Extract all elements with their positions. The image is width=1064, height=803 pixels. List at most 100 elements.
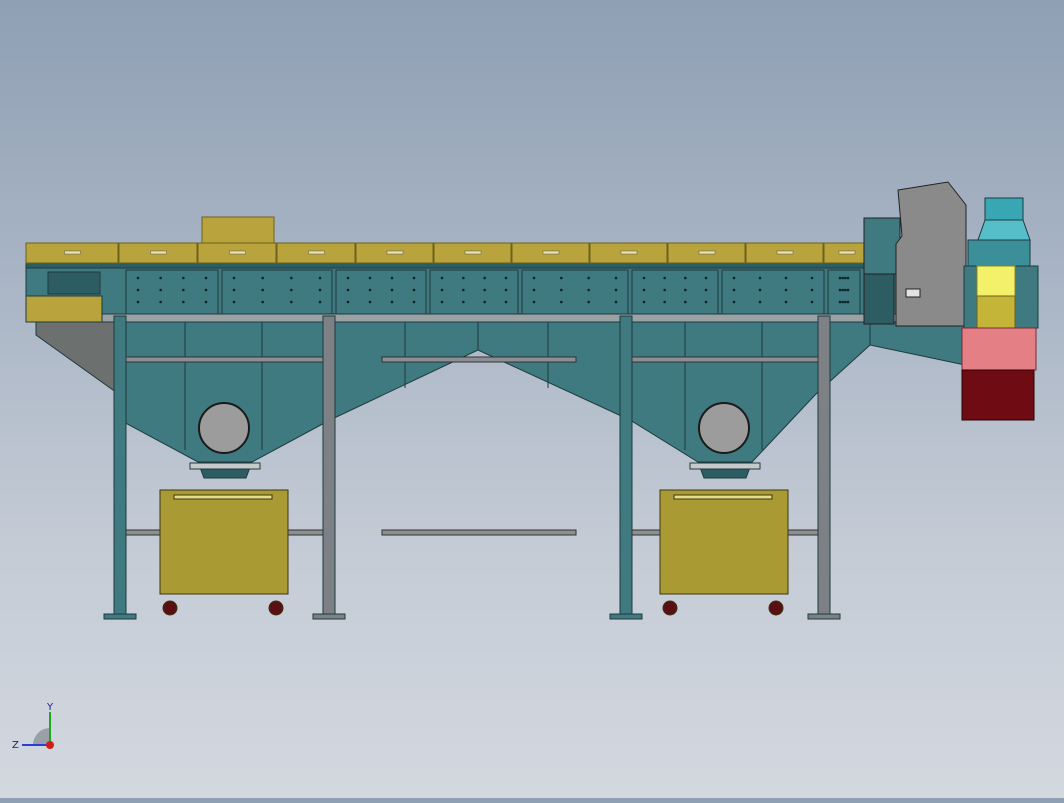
panel-bolt [504, 276, 508, 280]
bin-right-wheel-1 [662, 600, 678, 616]
bin-left-wheel-1 [162, 600, 178, 616]
panel-bolt [846, 288, 850, 292]
panel-bolt [232, 276, 236, 280]
leg-4 [817, 315, 831, 617]
panel-bolt [704, 288, 708, 292]
deck-panel-group [125, 269, 861, 315]
panel-bolt [642, 288, 646, 292]
panel-bolt [346, 276, 350, 280]
panel-bolt [810, 276, 814, 280]
panel-bolt [841, 288, 844, 292]
panel-bolt [810, 300, 814, 304]
panel-bolt [368, 288, 372, 292]
panel-bolt [704, 276, 708, 280]
panel-bolt [204, 300, 208, 304]
cover-plate-group [25, 242, 870, 264]
panel-bolt [838, 300, 842, 304]
panel-bolt [846, 276, 850, 280]
panel-bolt [440, 288, 444, 292]
cover-plate-handle [386, 250, 404, 255]
panel-bolt [159, 276, 162, 280]
panel-bolt [440, 300, 444, 304]
olive-block [976, 295, 1016, 333]
panel-bolt [390, 276, 394, 280]
panel-bolt [346, 288, 350, 292]
panel-bolt [614, 300, 618, 304]
exhaust-hood [977, 219, 1031, 241]
panel-bolt [587, 276, 590, 280]
panel-bolt [784, 300, 788, 304]
pink-panel [961, 327, 1037, 371]
cover-plate-handle [838, 250, 856, 255]
cover-plate-handle [620, 250, 638, 255]
panel-bolt [483, 288, 486, 292]
y-axis-label: Y [46, 702, 54, 713]
panel-bolt [663, 300, 666, 304]
panel-bolt [232, 300, 236, 304]
deck-side-panel [721, 269, 825, 315]
panel-bolt [318, 276, 322, 280]
panel-bolt [261, 276, 264, 280]
panel-bolt [412, 276, 416, 280]
panel-bolt [732, 276, 736, 280]
panel-bolt [390, 300, 394, 304]
deck-side-panel [429, 269, 519, 315]
left-discharge-port [198, 402, 250, 454]
panel-bolt [614, 288, 618, 292]
inlet-chute [25, 295, 103, 323]
x-axis-dot [46, 741, 54, 749]
exhaust-unit [961, 197, 1039, 421]
panel-bolt [784, 276, 788, 280]
panel-bolt [440, 276, 444, 280]
cover-plate-handle [308, 250, 325, 255]
panel-bolt [560, 288, 563, 292]
deck-side-panel [827, 269, 861, 315]
panel-bolt [261, 288, 264, 292]
panel-bolt [232, 288, 236, 292]
panel-bolt [784, 288, 788, 292]
coordinate-triad: Y Z [12, 702, 54, 751]
panel-bolt [684, 300, 687, 304]
panel-bolt [483, 300, 486, 304]
panel-bolt [684, 288, 687, 292]
panel-bolt [844, 276, 847, 280]
panel-bolt [462, 276, 465, 280]
panel-bolt [204, 276, 208, 280]
right-outlet-flange [689, 462, 761, 470]
panel-bolt [614, 276, 618, 280]
collection-bins [159, 489, 789, 616]
panel-bolt [136, 300, 140, 304]
cad-viewport[interactable]: Y Z [0, 0, 1064, 798]
panel-bolt [318, 288, 322, 292]
panel-bolt [732, 288, 736, 292]
foot-1 [103, 613, 137, 620]
panel-bolt [368, 276, 372, 280]
panel-bolt [663, 288, 666, 292]
cover-plate-handle [64, 250, 81, 255]
left-hopper [119, 319, 479, 463]
panel-bolt [182, 288, 185, 292]
panel-bolt [532, 300, 536, 304]
panel-bolt [642, 276, 646, 280]
deck-side-panel [335, 269, 427, 315]
panel-bolt [758, 300, 762, 304]
panel-bolt [290, 276, 293, 280]
right-hopper [477, 319, 871, 463]
panel-bolt [504, 300, 508, 304]
z-axis-label: Z [12, 740, 19, 751]
bin-right [659, 489, 789, 595]
panel-bolt [841, 300, 844, 304]
panel-bolt [136, 276, 140, 280]
bin-left-handle [173, 494, 273, 500]
panel-bolt [560, 300, 563, 304]
foot-2 [312, 613, 346, 620]
panel-bolt [204, 288, 208, 292]
right-discharge-port [698, 402, 750, 454]
panel-bolt [560, 276, 563, 280]
feed-hopper-cover [201, 216, 275, 244]
panel-bolt [412, 300, 416, 304]
panel-bolt [182, 300, 185, 304]
panel-bolt [462, 288, 465, 292]
drive-guard-teal [863, 217, 901, 275]
bin-left [159, 489, 289, 595]
